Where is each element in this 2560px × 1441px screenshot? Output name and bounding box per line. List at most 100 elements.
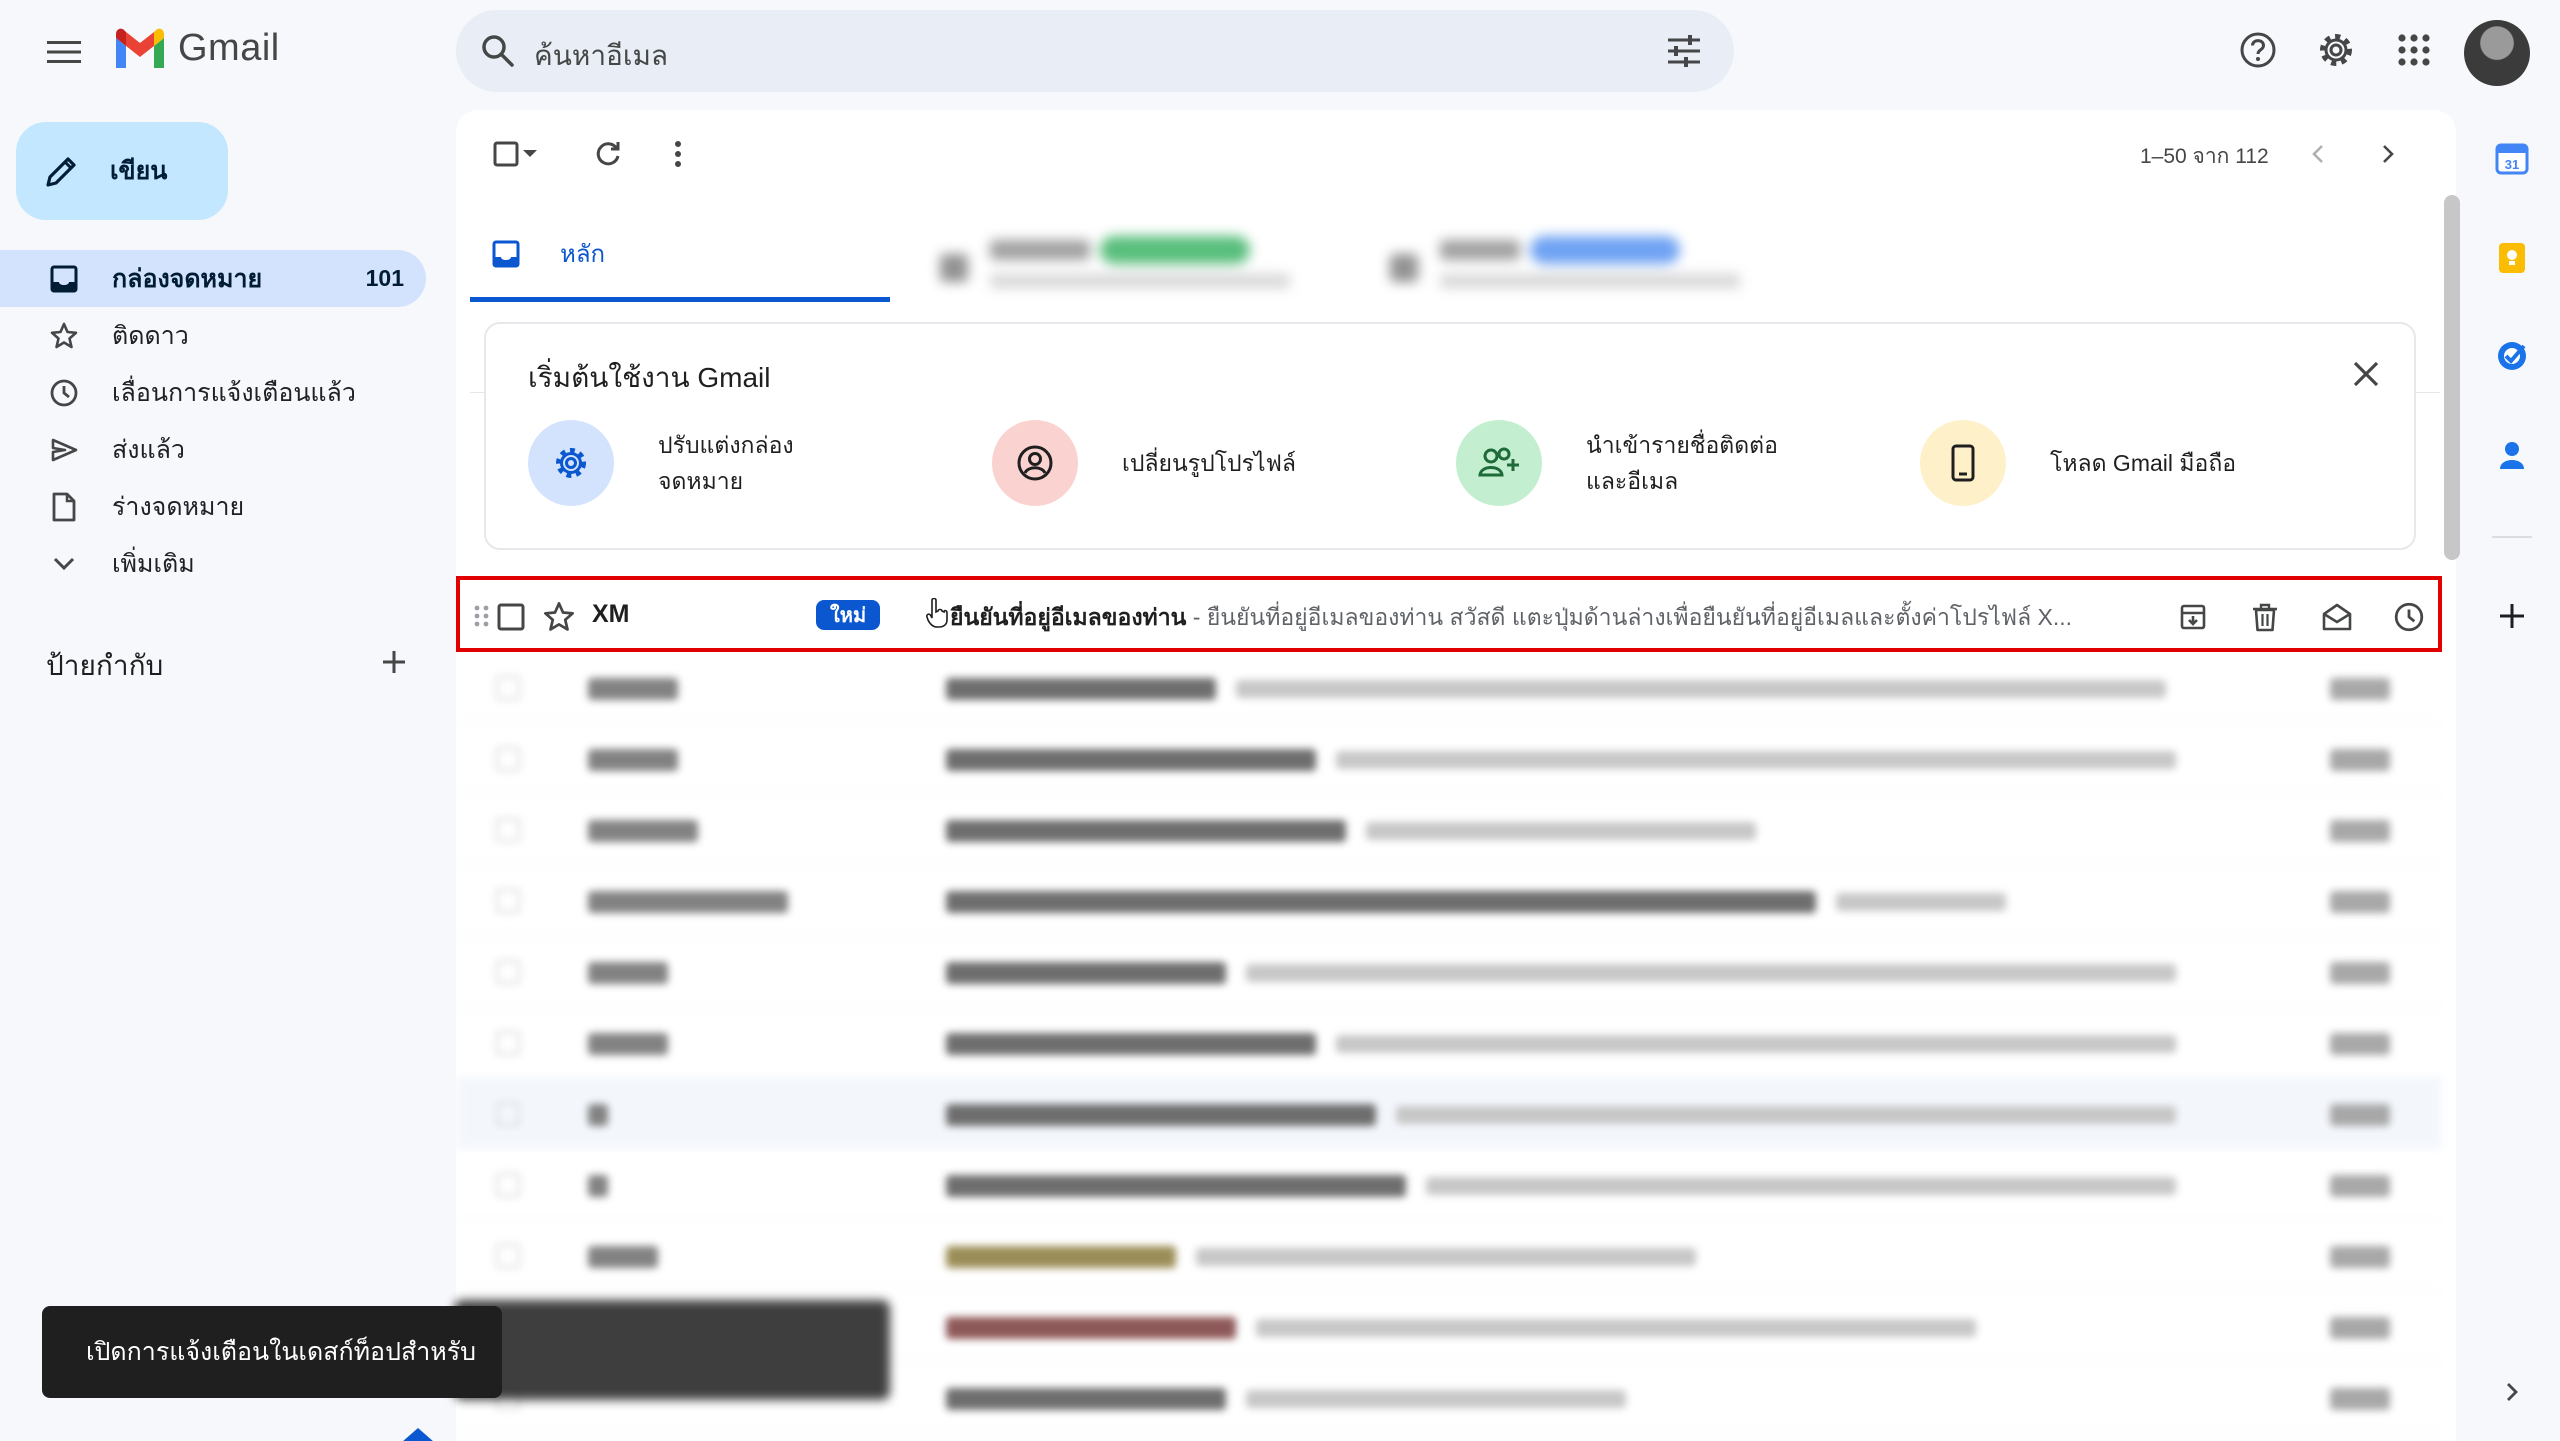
app-name: Gmail [178, 26, 280, 69]
email-snippet: ยืนยันที่อยู่อีเมลของท่าน สวัสดี แตะปุ่ม… [1206, 604, 2073, 630]
keep-icon[interactable] [2492, 238, 2532, 278]
mouse-pointer-icon [926, 597, 948, 628]
refresh-icon[interactable] [588, 134, 628, 174]
email-subject: ยืนยันที่อยู่อีเมลของท่าน [950, 604, 1187, 630]
email-preview[interactable]: ยืนยันที่อยู่อีเมลของท่าน - ยืนยันที่อยู… [950, 600, 2100, 636]
search-input[interactable]: ค้นหาอีเมล [534, 34, 668, 78]
table-row[interactable] [456, 1007, 2442, 1078]
get-started-card: เริ่มต้นใช้งาน Gmail ปรับแต่งกล่อง จดหมา… [484, 322, 2416, 550]
email-sender: XM [592, 600, 630, 628]
add-label-icon[interactable] [378, 646, 410, 678]
side-panel-divider [2492, 536, 2532, 538]
sidebar-item-label: เพิ่มเติม [112, 549, 195, 578]
table-row[interactable] [456, 794, 2442, 865]
email-row-highlighted[interactable]: XM ใหม่ ยืนยันที่อยู่อีเมลของท่าน - ยืนย… [456, 576, 2442, 652]
calendar-icon[interactable]: 31 [2492, 138, 2532, 178]
import-contacts-item[interactable]: นำเข้ารายชื่อติดต่อ และอีเมล [1456, 420, 1778, 506]
list-scrollbar[interactable] [2444, 195, 2460, 560]
draft-icon [48, 491, 80, 523]
snackbar-text: เปิดการแจ้งเตือนในเดสก์ท็อปสำหรับ [86, 1338, 477, 1366]
get-started-title: เริ่มต้นใช้งาน Gmail [528, 362, 771, 393]
subject-separator: - [1186, 604, 1207, 630]
ob-label: เปลี่ยนรูปโปรไฟล์ [1122, 450, 1296, 476]
close-icon[interactable] [2344, 352, 2388, 396]
tab-primary-label: หลัก [560, 241, 606, 268]
pagination-text: 1–50 จาก 112 [2140, 145, 2269, 168]
snackbar-actions-blurred [454, 1300, 890, 1400]
sidebar-item-more[interactable]: เพิ่มเติม [0, 535, 426, 592]
ob-label: นำเข้ารายชื่อติดต่อ และอีเมล [1586, 432, 1778, 494]
sidebar-item-label: ส่งแล้ว [112, 435, 185, 464]
ob-label: โหลด Gmail มือถือ [2050, 450, 2237, 476]
mark-unread-icon[interactable] [2316, 596, 2358, 638]
tasks-icon[interactable] [2492, 336, 2532, 376]
table-row[interactable] [456, 1149, 2442, 1220]
gmail-m-icon [116, 28, 164, 68]
pencil-icon [46, 157, 76, 187]
select-dropdown-icon[interactable] [518, 134, 542, 174]
sidebar-item-label: ติดดาว [112, 321, 189, 350]
compose-button[interactable]: เขียน [16, 122, 228, 220]
contacts-icon[interactable] [2492, 436, 2532, 476]
search-icon[interactable] [478, 31, 518, 71]
star-icon[interactable] [542, 600, 576, 634]
sidebar-item-drafts[interactable]: ร่างจดหมาย [0, 478, 426, 535]
unread-count: 101 [365, 265, 404, 291]
main-menu-icon[interactable] [40, 32, 88, 72]
help-icon[interactable] [2234, 26, 2282, 74]
star-icon [48, 320, 80, 352]
sidebar-nav: กล่องจดหมาย 101 ติดดาว เลื่อนการแจ้งเตือ… [0, 250, 430, 592]
customize-inbox-item[interactable]: ปรับแต่งกล่อง จดหมาย [528, 420, 794, 506]
more-vert-icon[interactable] [658, 134, 698, 174]
table-row[interactable] [456, 1078, 2442, 1149]
table-row[interactable] [456, 723, 2442, 794]
sidebar-item-label: กล่องจดหมาย [112, 264, 263, 293]
sidebar-item-sent[interactable]: ส่งแล้ว [0, 421, 426, 478]
tab-primary[interactable]: หลัก [470, 210, 890, 302]
sidebar-item-label: เลื่อนการแจ้งเตือนแล้ว [112, 378, 356, 407]
row-checkbox[interactable] [496, 602, 526, 632]
snooze-icon[interactable] [2388, 596, 2430, 638]
newer-chevron-icon[interactable] [2298, 134, 2338, 174]
table-row[interactable] [456, 865, 2442, 936]
top-bar: Gmail ค้นหาอีเมล [0, 0, 2560, 104]
inbox-icon [492, 240, 520, 267]
notification-snackbar: เปิดการแจ้งเตือนในเดสก์ท็อปสำหรับ [42, 1306, 502, 1398]
table-row[interactable] [456, 936, 2442, 1007]
send-icon [48, 434, 80, 466]
search-bar[interactable]: ค้นหาอีเมล [456, 10, 1734, 92]
sidebar-item-inbox[interactable]: กล่องจดหมาย 101 [0, 250, 426, 307]
tooltip-pointer [402, 1428, 434, 1441]
add-contact-icon [1456, 420, 1542, 506]
profile-icon [992, 420, 1078, 506]
svg-text:31: 31 [2505, 157, 2519, 172]
account-avatar[interactable] [2464, 20, 2530, 86]
labels-header: ป้ายกำกับ [46, 650, 164, 681]
add-addon-icon[interactable] [2492, 596, 2532, 636]
sidebar-item-starred[interactable]: ติดดาว [0, 307, 426, 364]
sidebar-item-label: ร่างจดหมาย [112, 492, 245, 521]
gmail-logo[interactable]: Gmail [112, 26, 280, 70]
change-profile-photo-item[interactable]: เปลี่ยนรูปโปรไฟล์ [992, 420, 1296, 506]
delete-icon[interactable] [2244, 596, 2286, 638]
archive-icon[interactable] [2172, 596, 2214, 638]
get-mobile-app-item[interactable]: โหลด Gmail มือถือ [1920, 420, 2236, 506]
ob-label: ปรับแต่งกล่อง จดหมาย [658, 432, 794, 494]
mobile-icon [1920, 420, 2006, 506]
gear-icon [528, 420, 614, 506]
inbox-icon [48, 263, 80, 295]
search-options-icon[interactable] [1664, 31, 1704, 71]
chevron-down-icon [48, 548, 80, 580]
message-list-panel: 1–50 จาก 112 หลัก เริ่มต้นใช้งาน Gmail ป… [456, 110, 2456, 1441]
clock-icon [48, 377, 80, 409]
new-badge: ใหม่ [816, 600, 881, 630]
older-chevron-icon[interactable] [2368, 134, 2408, 174]
table-row[interactable] [456, 1220, 2442, 1291]
table-row[interactable] [456, 652, 2442, 723]
apps-grid-icon[interactable] [2390, 26, 2438, 74]
compose-label: เขียน [110, 157, 168, 185]
expand-panel-icon[interactable] [2492, 1372, 2532, 1412]
drag-handle-icon[interactable] [472, 602, 492, 630]
sidebar-item-snoozed[interactable]: เลื่อนการแจ้งเตือนแล้ว [0, 364, 426, 421]
settings-icon[interactable] [2312, 26, 2360, 74]
